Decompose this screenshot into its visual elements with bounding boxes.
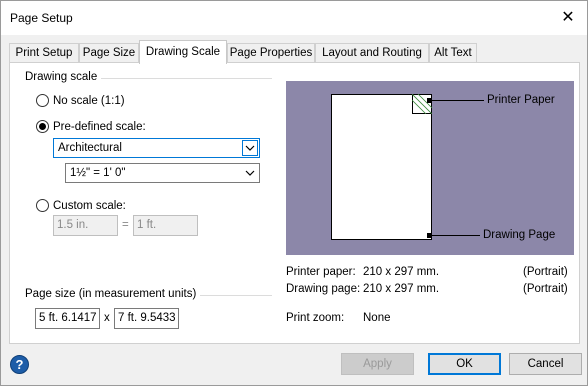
chevron-down-icon[interactable] (242, 165, 258, 181)
title-bar: Page Setup ✕ (1, 1, 587, 35)
printer-paper-label: Printer Paper (487, 94, 555, 106)
no-scale-label: No scale (1:1) (53, 94, 125, 107)
predefined-scale-option[interactable]: Pre-defined scale: (36, 120, 146, 133)
drawing-scale-panel: Drawing scale No scale (1:1) Pre-defined… (9, 62, 580, 344)
drawing-page-key: Drawing page: (286, 283, 361, 295)
drawing-scale-group-label: Drawing scale (25, 71, 102, 83)
ok-button[interactable]: OK (428, 353, 501, 375)
tab-page-size[interactable]: Page Size (79, 43, 139, 63)
page-setup-dialog: Page Setup ✕ Print Setup Page Size Drawi… (0, 0, 588, 386)
custom-scale-drawing-field[interactable]: 1 ft. (133, 215, 198, 236)
custom-scale-page-field[interactable]: 1.5 in. (53, 215, 118, 236)
scale-value-dropdown[interactable]: 1½" = 1' 0" (65, 163, 260, 183)
page-size-times: x (104, 312, 110, 324)
custom-scale-radio[interactable] (36, 199, 49, 212)
drawing-page-value: 210 x 297 mm. (363, 283, 440, 295)
custom-scale-equals: = (122, 219, 129, 231)
custom-scale-label: Custom scale: (53, 199, 126, 212)
scale-category-dropdown[interactable]: Architectural (53, 138, 260, 158)
page-size-group-label: Page size (in measurement units) (25, 288, 201, 300)
scale-category-value: Architectural (58, 142, 122, 154)
tab-layout-and-routing[interactable]: Layout and Routing (315, 43, 429, 63)
page-height-field[interactable]: 7 ft. 9.5433 (114, 308, 179, 329)
tab-drawing-scale[interactable]: Drawing Scale (139, 40, 227, 64)
cancel-button[interactable]: Cancel (509, 353, 582, 375)
printer-paper-key: Printer paper: (286, 266, 356, 278)
printer-paper-corner-icon (412, 94, 432, 114)
print-zoom-value: None (363, 312, 391, 324)
page-preview: Printer Paper Drawing Page (286, 81, 574, 255)
no-scale-radio[interactable] (36, 94, 49, 107)
chevron-down-icon[interactable] (242, 140, 258, 156)
page-width-field[interactable]: 5 ft. 6.1417 (35, 308, 100, 329)
no-scale-option[interactable]: No scale (1:1) (36, 94, 125, 107)
tab-alt-text[interactable]: Alt Text (429, 43, 477, 63)
printer-paper-value: 210 x 297 mm. (363, 266, 440, 278)
predefined-scale-radio[interactable] (36, 120, 49, 133)
drawing-page-rect (331, 94, 432, 240)
printer-paper-orientation: (Portrait) (523, 266, 568, 278)
drawing-page-orientation: (Portrait) (523, 283, 568, 295)
tab-page-properties[interactable]: Page Properties (227, 43, 315, 63)
close-button[interactable]: ✕ (557, 7, 579, 29)
scale-value-text: 1½" = 1' 0" (70, 167, 126, 179)
window-title: Page Setup (10, 11, 73, 25)
tab-strip: Print Setup Page Size Drawing Scale Page… (9, 40, 581, 64)
tab-print-setup[interactable]: Print Setup (9, 43, 79, 63)
help-button[interactable]: ? (10, 355, 29, 374)
drawing-page-leader (432, 235, 480, 236)
printer-paper-leader (432, 100, 484, 101)
predefined-scale-label: Pre-defined scale: (53, 120, 146, 133)
print-zoom-key: Print zoom: (286, 312, 345, 324)
apply-button[interactable]: Apply (341, 353, 414, 375)
custom-scale-option[interactable]: Custom scale: (36, 199, 126, 212)
drawing-page-label: Drawing Page (483, 229, 556, 241)
